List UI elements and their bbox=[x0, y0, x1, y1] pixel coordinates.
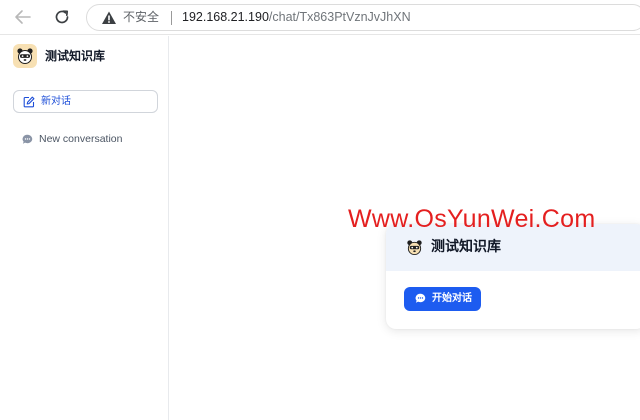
url-path: /chat/Tx863PtVznJvJhXN bbox=[268, 10, 411, 24]
welcome-card-title: 测试知识库 bbox=[431, 239, 501, 255]
start-chat-label: 开始对话 bbox=[432, 293, 472, 304]
new-chat-button[interactable]: 新对话 bbox=[13, 90, 158, 113]
browser-toolbar: 不安全 192.168.21.190/chat/Tx863PtVznJvJhXN bbox=[0, 0, 640, 35]
arrow-left-icon bbox=[15, 10, 31, 24]
conversation-item[interactable]: New conversation bbox=[13, 131, 158, 149]
address-bar[interactable]: 不安全 192.168.21.190/chat/Tx863PtVznJvJhXN bbox=[86, 4, 640, 31]
security-status-label[interactable]: 不安全 bbox=[123, 10, 159, 25]
app-title: 测试知识库 bbox=[45, 49, 106, 63]
welcome-card: 测试知识库 开始对话 bbox=[386, 224, 640, 329]
url-text[interactable]: 192.168.21.190/chat/Tx863PtVznJvJhXN bbox=[182, 10, 411, 25]
start-chat-button[interactable]: 开始对话 bbox=[404, 287, 481, 311]
reload-button[interactable] bbox=[50, 6, 74, 28]
edit-icon bbox=[23, 96, 35, 108]
warning-triangle-icon[interactable] bbox=[101, 10, 117, 26]
panda-logo-icon bbox=[406, 239, 423, 256]
chat-bubble-icon bbox=[22, 134, 33, 144]
reload-icon bbox=[55, 10, 69, 24]
url-host: 192.168.21.190 bbox=[182, 10, 269, 24]
panda-logo-icon bbox=[13, 44, 37, 68]
watermark-text: Www.OsYunWei.Com bbox=[348, 205, 596, 233]
chat-bubble-icon bbox=[415, 293, 426, 303]
new-chat-label: 新对话 bbox=[41, 96, 71, 107]
sidebar: 测试知识库 新对话 New conversation bbox=[0, 36, 169, 420]
conversation-label: New conversation bbox=[39, 133, 123, 145]
address-separator bbox=[171, 11, 172, 25]
back-button[interactable] bbox=[11, 6, 35, 28]
